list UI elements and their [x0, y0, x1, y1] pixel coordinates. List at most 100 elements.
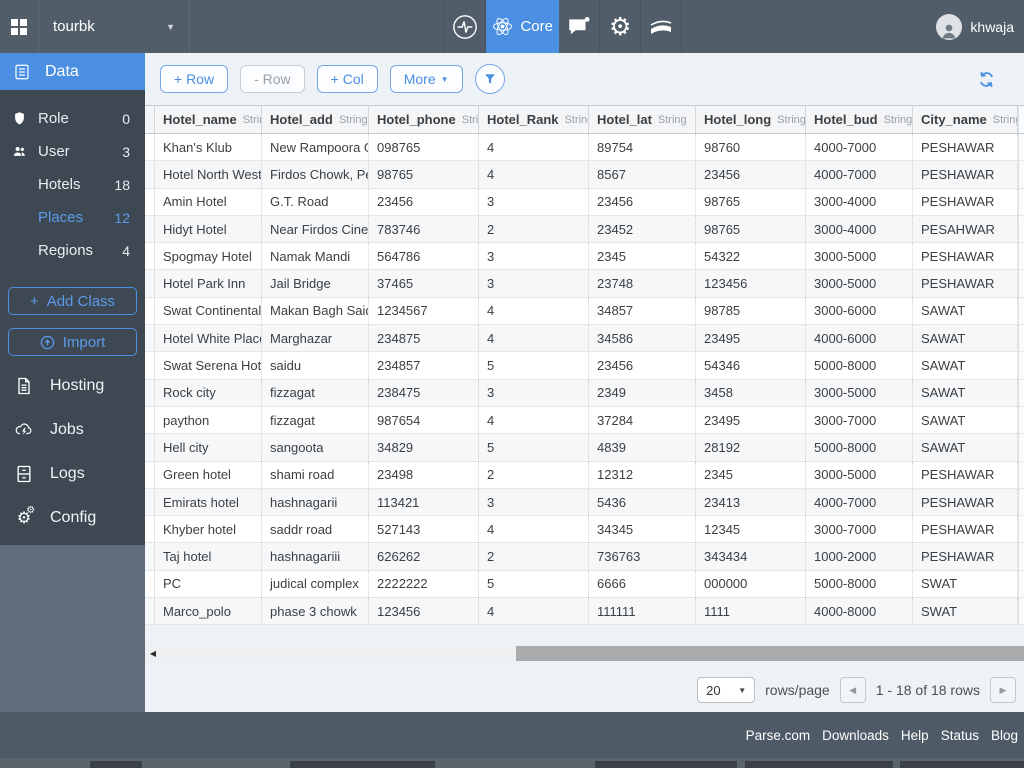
footer-link-parsecom[interactable]: Parse.com: [746, 728, 811, 743]
cell-hotel_bud[interactable]: 1000-2000: [806, 543, 913, 570]
scrollbar-thumb[interactable]: [516, 646, 1024, 662]
cell-hotel_add[interactable]: Firdos Chowk, Pesh...: [262, 161, 369, 188]
cell-hotel_add[interactable]: New Rampoora Gate: [262, 134, 369, 161]
docs-button[interactable]: [641, 0, 681, 53]
app-grid-button[interactable]: [0, 0, 38, 53]
cell-hotel_rank[interactable]: 5: [479, 570, 589, 598]
cell-hotel_rank[interactable]: 5: [479, 352, 589, 379]
cell-hotel_lat[interactable]: 111111: [589, 598, 696, 625]
cell-hotel_name[interactable]: Hotel Park Inn: [155, 270, 262, 297]
vertical-scrollbar-track[interactable]: [1018, 134, 1024, 161]
settings-button[interactable]: ⚙: [600, 0, 640, 53]
cell-hotel_rank[interactable]: 3: [479, 243, 589, 270]
cell-hotel_bud[interactable]: 5000-8000: [806, 352, 913, 379]
cell-hotel_add[interactable]: shami road: [262, 461, 369, 488]
cell-hotel_lat[interactable]: 34345: [589, 516, 696, 543]
cell-hotel_add[interactable]: hashnagarii: [262, 488, 369, 516]
vertical-scrollbar-track[interactable]: [1018, 161, 1024, 188]
next-page-button[interactable]: ▶: [990, 677, 1016, 704]
table-row[interactable]: Rock city fizzagat 238475 3 2349 3458 3000-500…: [145, 379, 1024, 407]
cell-city_name[interactable]: PESHAWAR: [913, 161, 1018, 188]
cell-hotel_lat[interactable]: 23456: [589, 188, 696, 215]
vertical-scrollbar-track[interactable]: [1018, 543, 1024, 570]
cell-hotel_phone[interactable]: 527143: [369, 516, 479, 543]
cell-hotel_bud[interactable]: 3000-4000: [806, 215, 913, 243]
table-row[interactable]: Taj hotel hashnagariii 626262 2 736763 343434…: [145, 543, 1024, 571]
sidebar-item-config[interactable]: ⚙ ⚙ Config: [0, 496, 145, 540]
column-header-hotel_long[interactable]: Hotel_long String: [696, 106, 806, 133]
feedback-button[interactable]: [559, 0, 599, 53]
cell-hotel_phone[interactable]: 123456: [369, 598, 479, 625]
cell-hotel_lat[interactable]: 2345: [589, 243, 696, 270]
cell-hotel_lat[interactable]: 8567: [589, 161, 696, 188]
cell-hotel_long[interactable]: 23413: [696, 488, 806, 516]
cell-hotel_long[interactable]: 2345: [696, 461, 806, 488]
cell-hotel_phone[interactable]: 23456: [369, 188, 479, 215]
cell-hotel_lat[interactable]: 23452: [589, 215, 696, 243]
cell-hotel_bud[interactable]: 4000-8000: [806, 598, 913, 625]
table-row[interactable]: PC judical complex 2222222 5 6666 000000 5000-…: [145, 570, 1024, 599]
cell-hotel_lat[interactable]: 23748: [589, 270, 696, 297]
filter-button[interactable]: [474, 64, 505, 94]
cell-hotel_bud[interactable]: 3000-6000: [806, 297, 913, 325]
cell-hotel_add[interactable]: sangoota: [262, 434, 369, 461]
cell-hotel_long[interactable]: 3458: [696, 379, 806, 406]
vertical-scrollbar-track[interactable]: [1018, 461, 1024, 488]
cell-hotel_lat[interactable]: 23456: [589, 352, 696, 379]
cell-hotel_name[interactable]: Green hotel: [155, 461, 262, 488]
table-row[interactable]: Khan's KlubNew Rampoora Gate098765489754…: [145, 134, 1024, 162]
sidebar-item-hotels[interactable]: Hotels 18: [0, 168, 145, 201]
cell-hotel_phone[interactable]: 37465: [369, 270, 479, 297]
table-row[interactable]: Spogmay Hotel Namak Mandi 564786 3 2345 54322…: [145, 243, 1024, 271]
cell-hotel_long[interactable]: 28192: [696, 434, 806, 461]
vertical-scrollbar-track[interactable]: [1018, 598, 1024, 625]
table-row[interactable]: Hotel White Place Marghazar 234875 4 34586 23…: [145, 325, 1024, 353]
add-col-button[interactable]: + Col: [316, 65, 378, 93]
cell-city_name[interactable]: SAWAT: [913, 434, 1018, 461]
sidebar-item-hosting[interactable]: Hosting: [0, 364, 145, 408]
cell-hotel_name[interactable]: Khan's Klub: [155, 134, 262, 161]
cell-hotel_name[interactable]: Rock city: [155, 379, 262, 406]
cell-hotel_name[interactable]: Swat Continental Ho...: [155, 297, 262, 325]
cell-hotel_add[interactable]: Marghazar: [262, 325, 369, 352]
table-row[interactable]: Hell city sangoota 34829 5 4839 28192 5000-800…: [145, 434, 1024, 462]
table-row[interactable]: Khyber hotel saddr road 527143 4 34345 12345 3…: [145, 516, 1024, 544]
cell-hotel_name[interactable]: Emirats hotel: [155, 488, 262, 516]
user-menu[interactable]: khwaja: [936, 0, 1024, 53]
cell-hotel_long[interactable]: 54346: [696, 352, 806, 379]
cell-hotel_long[interactable]: 54322: [696, 243, 806, 270]
column-header-hotel_rank[interactable]: Hotel_Rank String: [479, 106, 589, 133]
cell-hotel_name[interactable]: PC: [155, 570, 262, 598]
cell-hotel_lat[interactable]: 6666: [589, 570, 696, 598]
table-row[interactable]: Emirats hotel hashnagarii 113421 3 5436 23413…: [145, 488, 1024, 517]
vertical-scrollbar-track[interactable]: [1018, 516, 1024, 543]
cell-city_name[interactable]: PESHAWAR: [913, 488, 1018, 516]
cell-hotel_phone[interactable]: 98765: [369, 161, 479, 188]
tab-core[interactable]: Core: [486, 0, 560, 53]
cell-hotel_bud[interactable]: 4000-7000: [806, 488, 913, 516]
cell-city_name[interactable]: PESHAWAR: [913, 188, 1018, 215]
cell-hotel_add[interactable]: saidu: [262, 352, 369, 379]
cell-hotel_phone[interactable]: 783746: [369, 215, 479, 243]
cell-hotel_rank[interactable]: 2: [479, 543, 589, 570]
cell-hotel_name[interactable]: Taj hotel: [155, 543, 262, 570]
cell-hotel_lat[interactable]: 12312: [589, 461, 696, 488]
column-header-hotel_name[interactable]: Hotel_name String: [155, 106, 262, 133]
cell-hotel_lat[interactable]: 34857: [589, 297, 696, 325]
sidebar-item-data[interactable]: Data: [0, 53, 145, 90]
table-row[interactable]: paython fizzagat 987654 4 37284 23495 3000-700…: [145, 406, 1024, 435]
cell-hotel_long[interactable]: 123456: [696, 270, 806, 297]
horizontal-scrollbar[interactable]: ◀: [145, 645, 1024, 663]
footer-link-help[interactable]: Help: [901, 728, 929, 743]
cell-hotel_bud[interactable]: 3000-5000: [806, 243, 913, 270]
cell-hotel_add[interactable]: judical complex: [262, 570, 369, 598]
cell-hotel_phone[interactable]: 238475: [369, 379, 479, 406]
cell-hotel_name[interactable]: paython: [155, 406, 262, 434]
cell-city_name[interactable]: PESHAWAR: [913, 134, 1018, 161]
cell-hotel_long[interactable]: 000000: [696, 570, 806, 598]
sidebar-item-jobs[interactable]: Jobs: [0, 408, 145, 452]
column-header-city_name[interactable]: City_name String: [913, 106, 1018, 133]
cell-hotel_phone[interactable]: 113421: [369, 488, 479, 516]
cell-hotel_phone[interactable]: 626262: [369, 543, 479, 570]
cell-city_name[interactable]: PESHAWAR: [913, 516, 1018, 543]
